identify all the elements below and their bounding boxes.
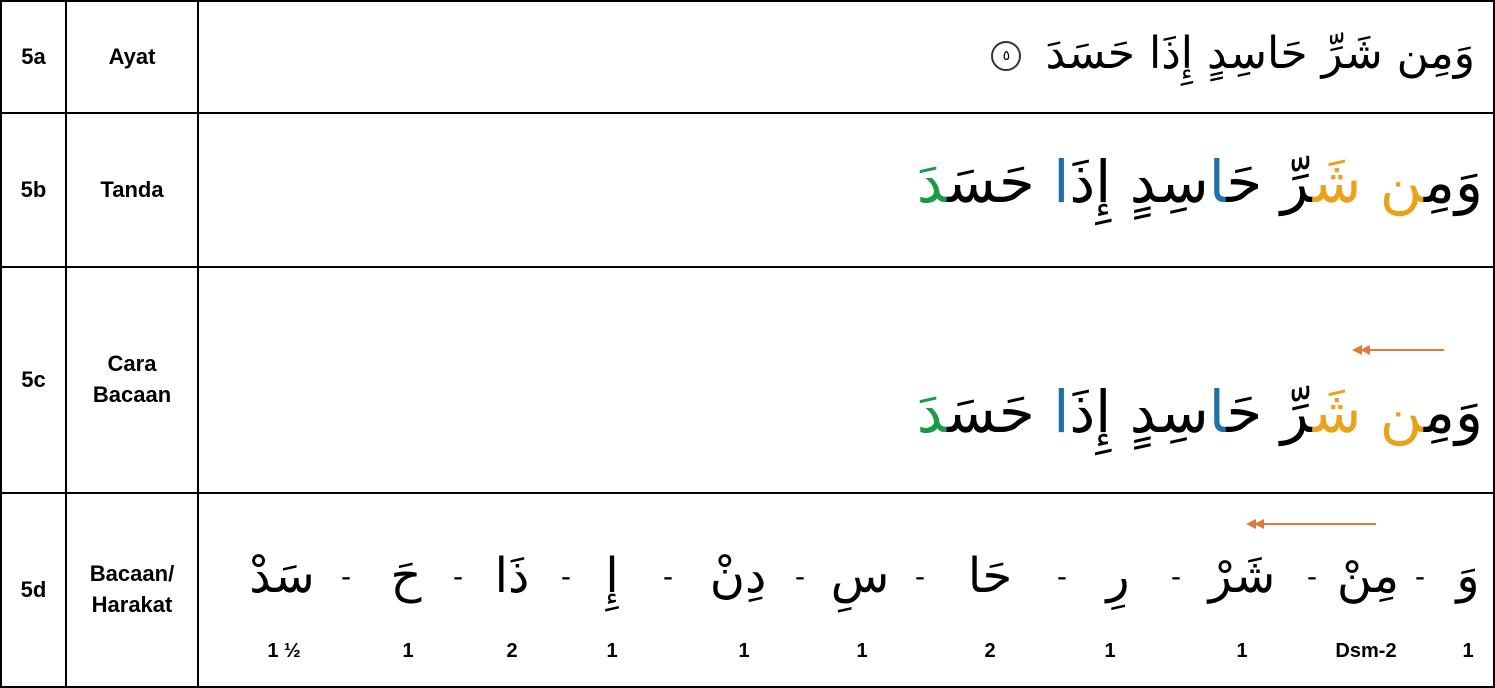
cara-part: حَسَ	[947, 378, 1054, 446]
syllable-separator: -	[915, 560, 925, 593]
row-id: 5b	[20, 176, 47, 202]
syllable-separator: -	[1307, 560, 1317, 593]
cara-part: ِ حَ	[1226, 378, 1281, 446]
row-id: 5c	[21, 366, 46, 392]
tanda-part-qalqalah: دَ	[916, 148, 948, 216]
syllable: سِ	[830, 548, 890, 604]
syllable-separator: -	[663, 560, 673, 593]
syllable: حَا	[967, 548, 1013, 604]
tanda-part: ِ حَ	[1226, 148, 1281, 216]
reading-direction-arrow	[1352, 345, 1444, 355]
syllable: مِنْ	[1336, 548, 1400, 604]
cara-part-qalqalah: دَ	[916, 378, 948, 446]
reading-direction-arrow	[1246, 519, 1376, 529]
tajwid-table: 5a Ayat وَمِن شَرِّ حَاسِدٍ إِذَا حَسَدَ…	[0, 0, 1495, 688]
tanda-part: رّ	[1280, 148, 1313, 216]
tanda-part-mad: ا	[1053, 148, 1070, 216]
column-divider	[197, 0, 199, 688]
syllable-separator: -	[795, 560, 805, 593]
ayat-verse: وَمِن شَرِّ حَاسِدٍ إِذَا حَسَدَ	[1045, 28, 1475, 79]
table-border-top	[0, 0, 1495, 2]
row-divider	[0, 492, 1495, 494]
row-divider	[0, 112, 1495, 114]
row-label: Ayat	[108, 43, 156, 69]
harakat-count: 2	[984, 640, 996, 662]
tanda-part: وَمِ	[1423, 148, 1483, 216]
cara-part-ikhfa: شَ	[1312, 378, 1380, 446]
syllable-separator: -	[1057, 560, 1067, 593]
syllable: رِ	[1106, 548, 1130, 604]
row-label: Bacaan/ Harakat	[89, 561, 175, 617]
syllable-separator: -	[341, 560, 351, 593]
cara-part: سِدٍ إِذَ	[1069, 378, 1209, 446]
harakat-count: 1	[856, 640, 868, 662]
syllable-separator: -	[1171, 560, 1181, 593]
syllable: شَرْ	[1208, 548, 1276, 604]
harakat-count: 1	[606, 640, 618, 662]
harakat-count: Dsm-2	[1335, 640, 1397, 662]
syllable-separator: -	[453, 560, 463, 593]
syllable: وَ	[1456, 548, 1480, 604]
syllable: دِنْ	[709, 548, 767, 604]
ayat-end-mark: ٥	[991, 41, 1022, 71]
cara-part: رّ	[1280, 378, 1313, 446]
row-id: 5d	[20, 576, 47, 602]
harakat-count: 1 ½	[267, 640, 301, 662]
tanda-text: وَمِن شَرِّ حَاسِدٍ إِذَا حَسَدَ	[917, 148, 1483, 216]
cara-part-mad: ا	[1208, 378, 1227, 446]
ayat-text: وَمِن شَرِّ حَاسِدٍ إِذَا حَسَدَ ٥	[991, 28, 1475, 79]
cara-part: وَمِ	[1423, 378, 1483, 446]
harakat-count: 1	[1236, 640, 1248, 662]
tanda-part-mad: ا	[1208, 148, 1227, 216]
syllable-separator: -	[561, 560, 571, 593]
harakat-count: 1	[738, 640, 750, 662]
row-divider	[0, 266, 1495, 268]
harakat-count: 2	[506, 640, 518, 662]
row-id: 5a	[21, 43, 46, 69]
row-label: Tanda	[100, 176, 164, 202]
tanda-part: حَسَ	[947, 148, 1054, 216]
cara-part-mad: ا	[1053, 378, 1070, 446]
cara-part-ikhfa: ن	[1379, 378, 1424, 446]
harakat-count: 1	[1462, 640, 1474, 662]
syllable: حَ	[390, 548, 422, 604]
tanda-part-ikhfa: شَ	[1312, 148, 1380, 216]
syllable-separator: -	[1415, 560, 1425, 593]
cara-bacaan-text: وَمِن شَرِّ حَاسِدٍ إِذَا حَسَدَ	[917, 378, 1483, 446]
harakat-count: 1	[402, 640, 414, 662]
harakat-count: 1	[1104, 640, 1116, 662]
syllable: ذَا	[494, 548, 530, 604]
syllable: سَدْ	[249, 548, 315, 604]
tanda-part-ikhfa: ن	[1379, 148, 1424, 216]
row-label: Cara Bacaan	[92, 351, 172, 407]
tanda-part: سِدٍ إِذَ	[1069, 148, 1209, 216]
syllable: إِ	[605, 548, 619, 604]
